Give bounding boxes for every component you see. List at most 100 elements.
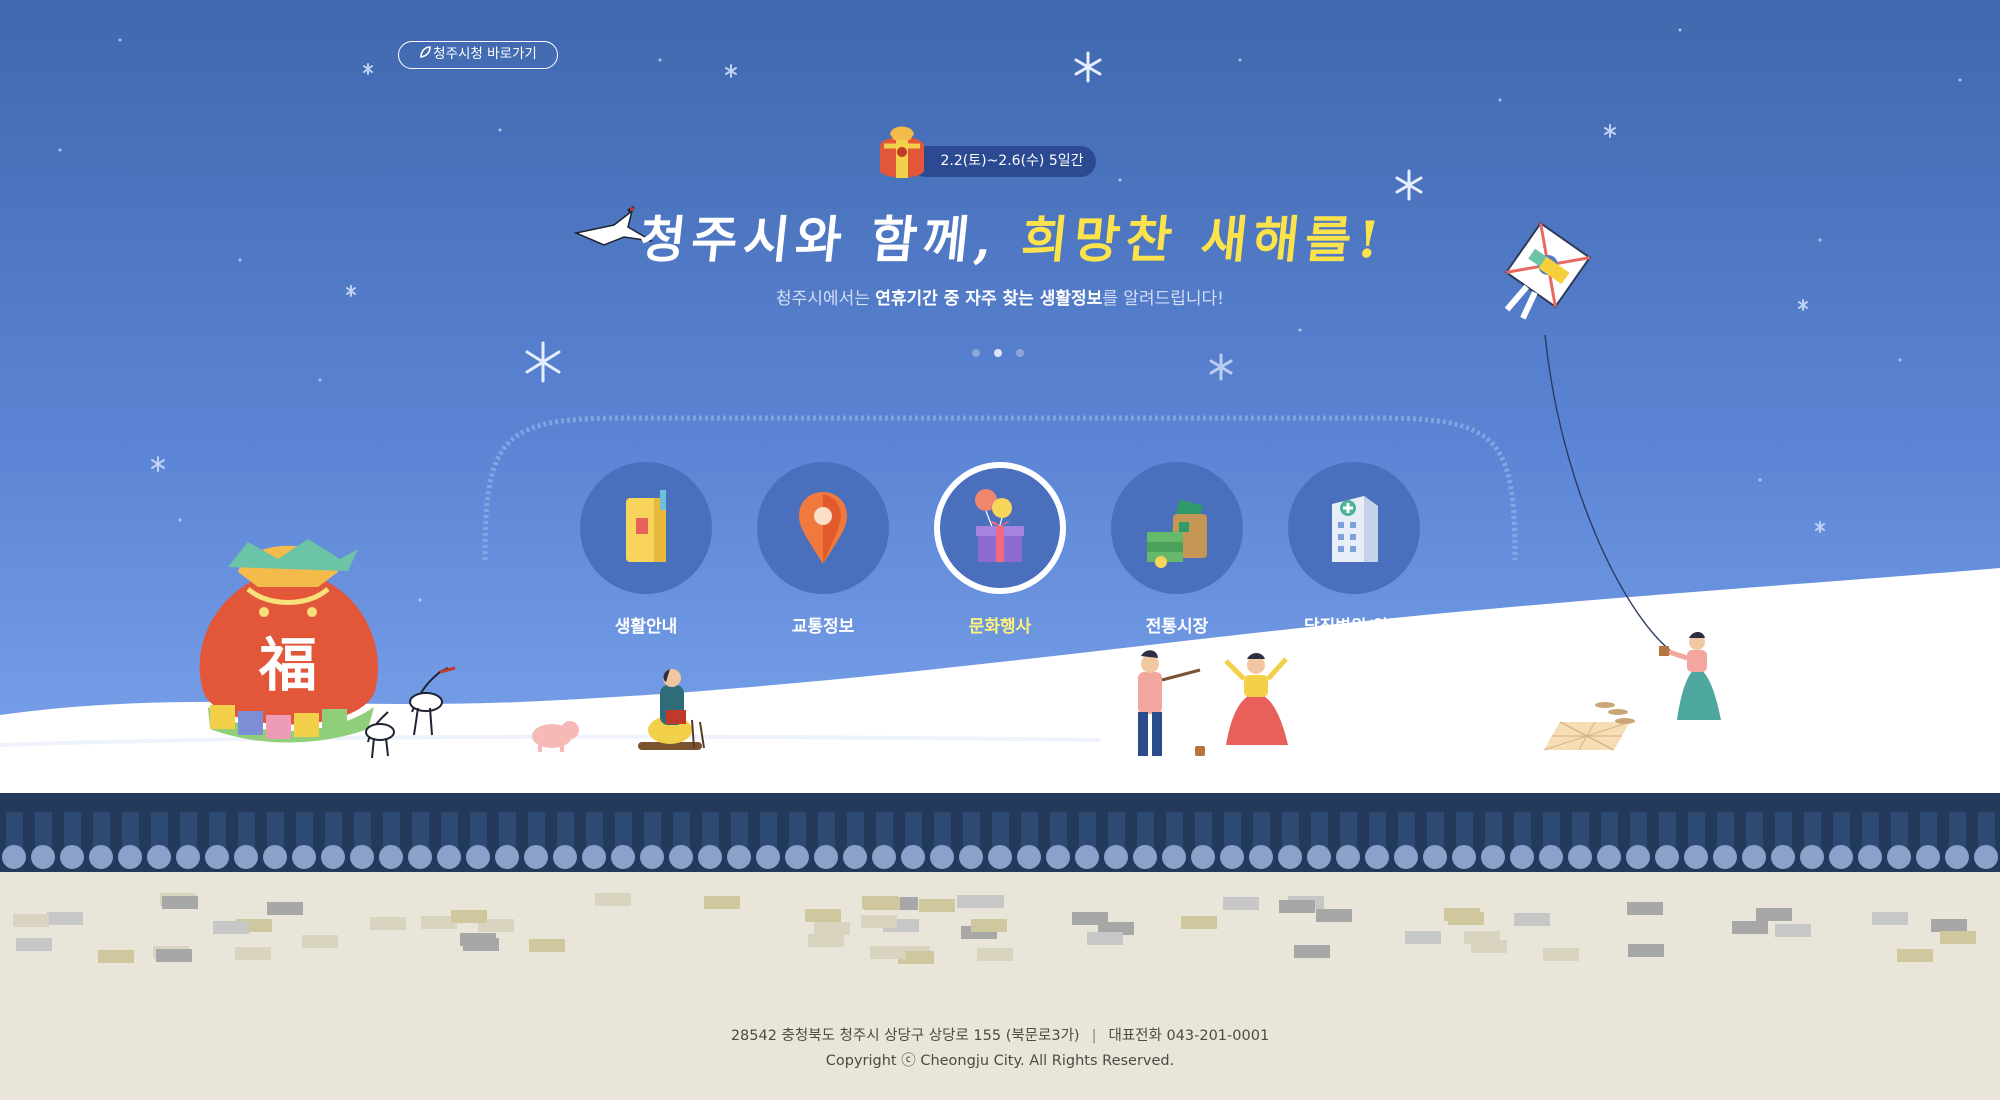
roof-tile-end [1713, 845, 1737, 869]
roof-ridge [1398, 812, 1415, 850]
roof-ridge [1746, 812, 1763, 850]
menu-circle [1111, 462, 1243, 594]
wall-stone [1775, 924, 1811, 937]
roof-tile-end [1945, 845, 1969, 869]
wall-stone [1471, 940, 1507, 953]
roof-tile-end [1162, 845, 1186, 869]
roof-tile-end [727, 845, 751, 869]
wall-stone [957, 895, 993, 908]
roof-ridge [499, 812, 516, 850]
roof-ridge [209, 812, 226, 850]
roof-tile-end [843, 845, 867, 869]
map-pin-icon [799, 492, 847, 564]
roof-tile-end [1597, 845, 1621, 869]
wall-stone [1627, 902, 1663, 915]
roof-tile-end [1916, 845, 1940, 869]
wall-stone [1405, 931, 1441, 944]
wall-stone [1316, 909, 1352, 922]
roof-ridge [35, 812, 52, 850]
roof-ridge [702, 812, 719, 850]
roof-ridge [296, 812, 313, 850]
subtitle: 청주시에서는 연휴기간 중 자주 찾는 생활정보를 알려드립니다! [650, 284, 1350, 309]
menu-cultural-events[interactable]: 문화행사 [934, 462, 1066, 637]
wall-stone [1514, 913, 1550, 926]
headline-part1: 청주시와 함께, [636, 210, 1002, 269]
footer-copyright: Copyright ⓒ Cheongju City. All Rights Re… [825, 1053, 1175, 1069]
roof-ridge [1978, 812, 1995, 850]
roof-ridge [180, 812, 197, 850]
wall-stone [977, 948, 1013, 961]
cheongju-city-hall-link[interactable]: 청주시청 바로가기 [398, 41, 558, 69]
roof-tile-end [31, 845, 55, 869]
wall-stone [13, 914, 49, 927]
roof-ridge [847, 812, 864, 850]
roof-ridge [1166, 812, 1183, 850]
roof-tile-end [1974, 845, 1998, 869]
wall-stone [16, 938, 52, 951]
menu-circle [580, 462, 712, 594]
footer-address: 28542 충청북도 청주시 상당구 상당로 155 (북문로3가) [730, 1028, 1080, 1044]
menu-label: 교통정보 [791, 617, 855, 637]
wall-stone [302, 935, 338, 948]
slider-dot-3[interactable] [1016, 349, 1024, 357]
menu-duty-hospital-pharmacy[interactable]: 당직병원/약국 [1288, 462, 1420, 637]
roof-ridge [1485, 812, 1502, 850]
roof-ridge [963, 812, 980, 850]
roof-tile-end [582, 845, 606, 869]
roof-tile-end [988, 845, 1012, 869]
roof-ridge [1427, 812, 1444, 850]
roof-tile-end [379, 845, 403, 869]
roof-tile-end [176, 845, 200, 869]
wall-stone [1872, 912, 1908, 925]
headline: 청주시와 함께, 희망찬 새해를! [636, 200, 1388, 270]
menu-traditional-market[interactable]: 전통시장 [1111, 462, 1243, 637]
menu-living-guide[interactable]: 생활안내 [580, 462, 712, 637]
roof-tile-end [1336, 845, 1360, 869]
roof-ridge [1833, 812, 1850, 850]
roof-tile-end [1742, 845, 1766, 869]
roof-tile-end [437, 845, 461, 869]
wall-stone [1897, 949, 1933, 962]
roof-tile-end [1771, 845, 1795, 869]
subtitle-part2: 를 알려드립니다! [1102, 289, 1224, 309]
slider-dot-2[interactable] [994, 349, 1002, 357]
roof-ridge [1775, 812, 1792, 850]
roof-ridge [1340, 812, 1357, 850]
wall-stone [529, 939, 565, 952]
menu-circle [934, 462, 1066, 594]
roof-tile-end [1858, 845, 1882, 869]
roof-ridge [1717, 812, 1734, 850]
roof-ridge [6, 812, 23, 850]
wall-stone [805, 909, 841, 922]
roof-tile-end [872, 845, 896, 869]
roof-tile-ends [2, 845, 1998, 869]
roof-ridge [1137, 812, 1154, 850]
roof-tile-end [1829, 845, 1853, 869]
roof-ridge [1456, 812, 1473, 850]
wall-stone [919, 899, 955, 912]
slider-dot-1[interactable] [972, 349, 980, 357]
roof-ridge [1108, 812, 1125, 850]
roof-tile-end [292, 845, 316, 869]
roof-ridge [905, 812, 922, 850]
roof-tile-end [1365, 845, 1389, 869]
roof-tile-end [901, 845, 925, 869]
roof-ridge [1543, 812, 1560, 850]
wall-stone [1223, 897, 1259, 910]
site-link-label: 청주시청 바로가기 [433, 46, 537, 62]
roof-tile-end [205, 845, 229, 869]
wall-stone [370, 917, 406, 930]
menu-traffic-info[interactable]: 교통정보 [757, 462, 889, 637]
roof-tile-end [1307, 845, 1331, 869]
roof-ridge [992, 812, 1009, 850]
roof-tile-end [1655, 845, 1679, 869]
roof-ridge [354, 812, 371, 850]
menu-label: 생활안내 [614, 617, 678, 637]
wall-stone [267, 902, 303, 915]
wall-stone [870, 946, 906, 959]
roof-ridge [412, 812, 429, 850]
roof-tile-end [1075, 845, 1099, 869]
roof-tile-end [1684, 845, 1708, 869]
wall-stone [1543, 948, 1579, 961]
menu-label: 당직병원/약국 [1303, 617, 1405, 637]
